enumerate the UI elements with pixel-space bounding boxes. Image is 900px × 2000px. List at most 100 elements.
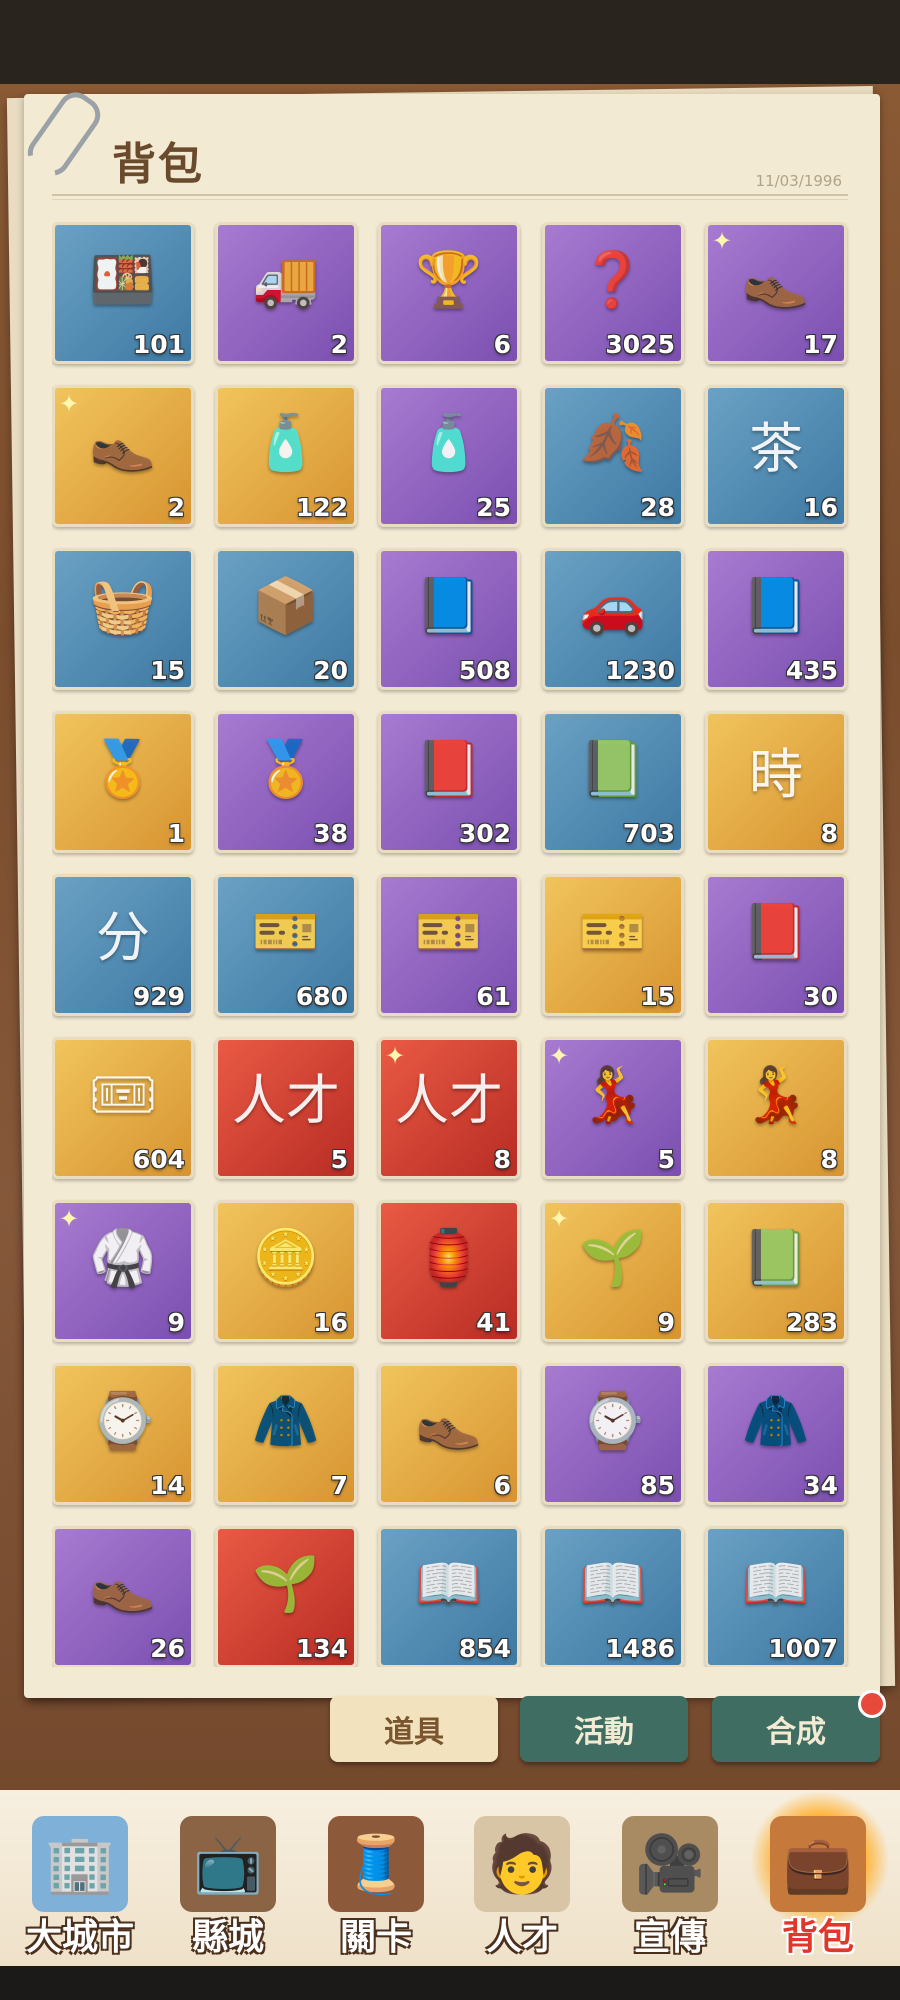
item-slot[interactable]: 📖 1007 — [705, 1526, 847, 1667]
item-slot[interactable]: 🎟 604 — [52, 1037, 194, 1179]
item-slot[interactable]: 人才 ✦ 8 — [378, 1037, 520, 1179]
item-slot[interactable]: 🌱 ✦ 9 — [542, 1200, 684, 1342]
item-slot[interactable]: 🎫 15 — [542, 874, 684, 1016]
tab-events[interactable]: 活動 — [520, 1696, 688, 1762]
television-icon: 📺 — [180, 1816, 276, 1912]
item-slot[interactable]: 🏮 41 — [378, 1200, 520, 1342]
item-count: 17 — [803, 330, 838, 359]
item-count: 604 — [132, 1145, 185, 1174]
item-slot[interactable]: 👞 6 — [378, 1363, 520, 1505]
item-count: 1 — [167, 819, 185, 848]
nav-talent[interactable]: 🧑 人才 — [452, 1810, 592, 1960]
item-slot[interactable]: 茶 16 — [705, 385, 847, 527]
item-count: 703 — [622, 819, 675, 848]
item-slot[interactable]: 🍂 28 — [542, 385, 684, 527]
item-slot[interactable]: ❓ 3025 — [542, 222, 684, 364]
tab-items[interactable]: 道具 — [330, 1696, 498, 1762]
item-slot[interactable]: 📦 20 — [215, 548, 357, 690]
item-count: 854 — [458, 1634, 511, 1663]
item-count: 30 — [803, 982, 838, 1011]
nav-label: 大城市 — [25, 1917, 134, 1958]
item-slot[interactable]: 📖 1486 — [542, 1526, 684, 1667]
item-slot[interactable]: 👞 26 — [52, 1526, 194, 1667]
item-slot[interactable]: 🚚 2 — [215, 222, 357, 364]
item-slot[interactable]: 🌱 134 — [215, 1526, 357, 1667]
puzzle-sparkle-icon: ✦ — [712, 227, 733, 255]
film-camera-icon: 🎥 — [622, 1816, 718, 1912]
item-slot[interactable]: 分 929 — [52, 874, 194, 1016]
person-portrait-icon: 🧑 — [474, 1816, 570, 1912]
item-icon: 🎫 — [579, 900, 647, 963]
item-count: 283 — [785, 1308, 838, 1337]
item-icon: 🧥 — [252, 1389, 320, 1452]
item-slot[interactable]: 🪙 16 — [215, 1200, 357, 1342]
nav-backpack[interactable]: 💼 背包 — [748, 1810, 888, 1960]
item-slot[interactable]: 🧺 15 — [52, 548, 194, 690]
item-count: 508 — [458, 656, 511, 685]
item-count: 28 — [640, 493, 675, 522]
item-slot[interactable]: 🏆 6 — [378, 222, 520, 364]
item-count: 34 — [803, 1471, 838, 1500]
item-count: 2 — [330, 330, 348, 359]
nav-big-city[interactable]: 🏢 大城市 — [10, 1810, 150, 1960]
item-slot[interactable]: 📕 302 — [378, 711, 520, 853]
item-icon: 時 — [749, 742, 803, 806]
item-count: 134 — [295, 1634, 348, 1663]
item-slot[interactable]: 人才 5 — [215, 1037, 357, 1179]
item-icon: 📘 — [742, 574, 810, 637]
item-slot[interactable]: 📗 283 — [705, 1200, 847, 1342]
item-icon: ⌚ — [579, 1389, 647, 1452]
item-icon: 🧴 — [415, 411, 483, 474]
item-slot[interactable]: 📘 508 — [378, 548, 520, 690]
item-icon: 🏮 — [415, 1226, 483, 1289]
item-count: 1230 — [605, 656, 675, 685]
item-icon: 💃 — [742, 1063, 810, 1126]
item-slot[interactable]: 📘 435 — [705, 548, 847, 690]
item-slot[interactable]: 🧥 7 — [215, 1363, 357, 1505]
item-count: 2 — [167, 493, 185, 522]
item-grid: 🍱 101 🚚 2 🏆 6 ❓ 3025 👞 ✦ 17 👞 ✦ 2 🧴 122 🧴 25 🍂 28 茶 16 🧺 15 📦 20 📘… — [52, 222, 850, 1667]
item-count: 15 — [150, 656, 185, 685]
item-count: 26 — [150, 1634, 185, 1663]
item-slot[interactable]: 時8 — [705, 711, 847, 853]
nav-promotion[interactable]: 🎥 宣傳 — [600, 1810, 740, 1960]
item-slot[interactable]: 👞 ✦ 17 — [705, 222, 847, 364]
item-slot[interactable]: 🏅 38 — [215, 711, 357, 853]
item-slot[interactable]: 🧴 25 — [378, 385, 520, 527]
item-count: 14 — [150, 1471, 185, 1500]
item-slot[interactable]: 👞 ✦ 2 — [52, 385, 194, 527]
nav-stages[interactable]: 🧵 關卡 — [306, 1810, 446, 1960]
item-slot[interactable]: 🎫 680 — [215, 874, 357, 1016]
briefcase-icon: 💼 — [770, 1816, 866, 1912]
item-slot[interactable]: ⌚ 85 — [542, 1363, 684, 1505]
item-slot[interactable]: 🧥 34 — [705, 1363, 847, 1505]
item-icon: 🧴 — [252, 411, 320, 474]
item-slot[interactable]: 📗 703 — [542, 711, 684, 853]
tab-synthesis-label: 合成 — [766, 1715, 826, 1750]
item-slot[interactable]: 🎫 61 — [378, 874, 520, 1016]
item-slot[interactable]: 🏅 1 — [52, 711, 194, 853]
item-slot[interactable]: 💃 ✦ 5 — [542, 1037, 684, 1179]
tab-synthesis[interactable]: 合成 — [712, 1690, 886, 1762]
item-slot[interactable]: 💃 8 — [705, 1037, 847, 1179]
item-count: 1486 — [605, 1634, 675, 1663]
item-icon: 📖 — [579, 1552, 647, 1615]
top-status-bar — [0, 0, 900, 84]
item-icon: 👞 — [89, 1552, 157, 1615]
system-nav-bar — [0, 1966, 900, 2000]
item-slot[interactable]: 🍱 101 — [52, 222, 194, 364]
puzzle-sparkle-icon: ✦ — [549, 1042, 570, 1070]
item-slot[interactable]: ⌚ 14 — [52, 1363, 194, 1505]
item-slot[interactable]: 🧴 122 — [215, 385, 357, 527]
item-slot[interactable]: 📕 30 — [705, 874, 847, 1016]
item-icon: 📖 — [742, 1552, 810, 1615]
nav-county[interactable]: 📺 縣城 — [158, 1810, 298, 1960]
sewing-machine-icon: 🧵 — [328, 1816, 424, 1912]
item-slot[interactable]: 📖 854 — [378, 1526, 520, 1667]
notification-dot-icon — [858, 1690, 886, 1718]
nav-label: 縣城 — [191, 1917, 264, 1958]
item-icon: 🎫 — [252, 900, 320, 963]
item-count: 9 — [167, 1308, 185, 1337]
item-slot[interactable]: 🚗 1230 — [542, 548, 684, 690]
item-slot[interactable]: 🥋 ✦ 9 — [52, 1200, 194, 1342]
